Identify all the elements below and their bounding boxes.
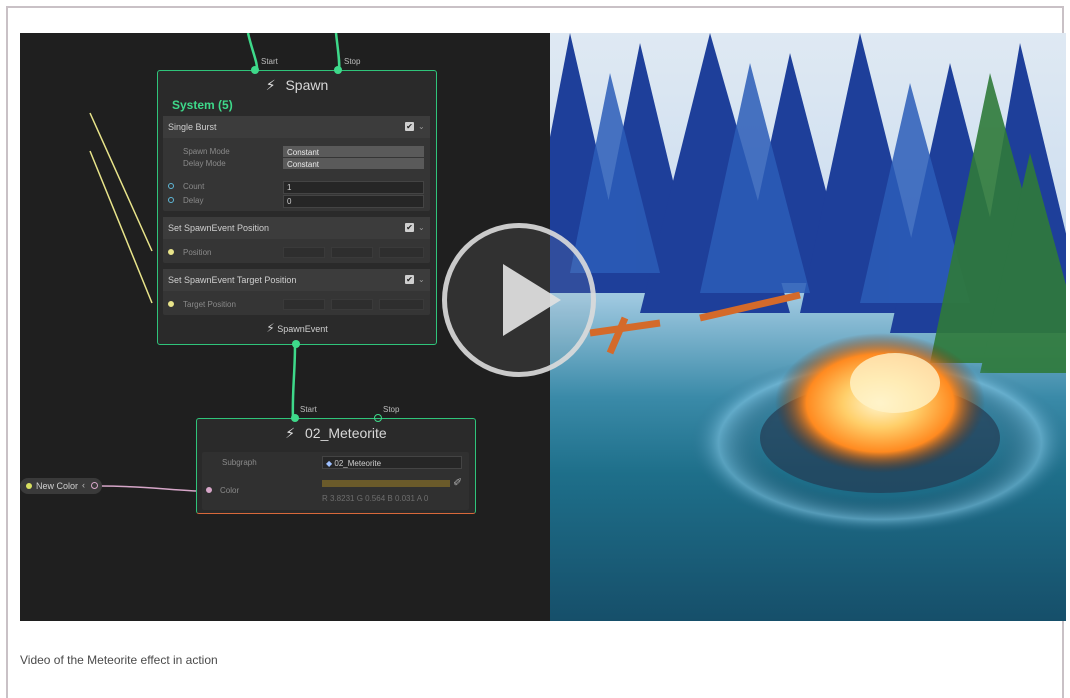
spawn-port-start[interactable] — [251, 66, 259, 74]
meteorite-node-title-row: ⚡︎ 02_Meteorite — [197, 425, 475, 442]
meteorite-port-stop[interactable] — [374, 414, 382, 422]
meteorite-port-stop-label: Stop — [383, 405, 400, 414]
spawn-node-title: Spawn — [285, 77, 329, 93]
position-x-field[interactable] — [283, 247, 325, 258]
position-label: Position — [183, 248, 212, 257]
meteorite-node[interactable]: Start Stop ⚡︎ 02_Meteorite Subgraph ◆ 02… — [196, 405, 476, 514]
spawn-port-stop-label: Stop — [344, 57, 361, 66]
subgraph-value: 02_Meteorite — [334, 459, 382, 468]
color-swatch[interactable] — [322, 480, 450, 487]
property-label: New Color — [36, 481, 79, 491]
target-icon[interactable] — [168, 301, 174, 307]
color-label: Color — [220, 486, 240, 495]
lightning-icon: ⚡︎ — [266, 321, 275, 335]
position-z-field[interactable] — [379, 247, 424, 258]
wire-target-position — [89, 150, 153, 304]
checkbox-icon[interactable]: ✔ — [405, 275, 414, 284]
output-port-icon[interactable] — [91, 482, 98, 489]
scene-illustration — [550, 33, 1066, 533]
subgraph-field[interactable]: ◆ 02_Meteorite — [322, 456, 462, 469]
meteorite-port-start-label: Start — [300, 405, 317, 414]
spawnevent-output: ⚡︎ SpawnEvent — [158, 321, 436, 335]
wire-spawnevent-out — [291, 344, 297, 420]
chevron-left-icon[interactable]: ‹ — [82, 480, 85, 490]
video-player[interactable]: Start Stop ⚡︎ Spawn System (5) Single Bu… — [20, 33, 1066, 621]
spawn-node-title-row: ⚡︎ Spawn — [158, 77, 436, 94]
spawn-port-start-label: Start — [261, 57, 278, 66]
meteorite-port-start[interactable] — [291, 414, 299, 422]
video-caption: Video of the Meteorite effect in action — [20, 653, 218, 667]
spawn-port-stop[interactable] — [334, 66, 342, 74]
wire-position — [89, 112, 153, 252]
spawn-mode-label: Spawn Mode — [183, 147, 230, 156]
single-burst-block[interactable]: Single Burst ✔ ⌄ Spawn Mode Constant Del… — [163, 116, 430, 211]
eyedropper-icon[interactable]: ✐ — [453, 476, 462, 489]
set-target-position-block[interactable]: Set SpawnEvent Target Position ✔ ⌄ Targe… — [163, 269, 430, 315]
target-icon[interactable] — [168, 249, 174, 255]
position-y-field[interactable] — [331, 247, 373, 258]
target-position-z-field[interactable] — [379, 299, 424, 310]
target-position-x-field[interactable] — [283, 299, 325, 310]
checkbox-icon[interactable]: ✔ — [405, 223, 414, 232]
subgraph-asset-icon: ◆ — [326, 459, 333, 468]
subgraph-label: Subgraph — [222, 458, 257, 467]
play-button[interactable] — [442, 223, 596, 377]
meteorite-node-title: 02_Meteorite — [305, 425, 387, 441]
new-color-property[interactable]: New Color ‹ — [20, 478, 102, 494]
chevron-down-icon[interactable]: ⌄ — [418, 122, 425, 131]
set-position-header: Set SpawnEvent Position — [163, 217, 430, 239]
set-target-position-header: Set SpawnEvent Target Position — [163, 269, 430, 291]
spawn-node[interactable]: Start Stop ⚡︎ Spawn System (5) Single Bu… — [157, 57, 437, 348]
color-readout: R 3.8231 G 0.564 B 0.031 A 0 — [322, 494, 429, 503]
delay-label: Delay — [183, 196, 204, 205]
set-position-block[interactable]: Set SpawnEvent Position ✔ ⌄ Position — [163, 217, 430, 263]
wire-color — [99, 485, 197, 492]
delay-field[interactable]: 0 — [283, 195, 424, 208]
target-position-y-field[interactable] — [331, 299, 373, 310]
count-label: Count — [183, 182, 205, 191]
play-icon — [503, 264, 561, 336]
checkbox-icon[interactable]: ✔ — [405, 122, 414, 131]
target-icon[interactable] — [206, 487, 212, 493]
meteorite-settings-block: Subgraph ◆ 02_Meteorite Color ✐ R 3.8231… — [202, 452, 469, 510]
lightning-icon: ⚡︎ — [285, 425, 296, 441]
single-burst-header: Single Burst — [163, 116, 430, 138]
chevron-down-icon[interactable]: ⌄ — [418, 275, 425, 284]
system-label: System (5) — [172, 98, 233, 112]
count-field[interactable]: 1 — [283, 181, 424, 194]
count-port[interactable] — [168, 183, 174, 189]
game-scene-preview — [550, 33, 1066, 621]
delay-port[interactable] — [168, 197, 174, 203]
spawnevent-port[interactable] — [292, 340, 300, 348]
delay-mode-label: Delay Mode — [183, 159, 226, 168]
chevron-down-icon[interactable]: ⌄ — [418, 223, 425, 232]
spawn-mode-dropdown[interactable]: Constant — [283, 146, 424, 157]
lightning-icon: ⚡︎ — [265, 77, 276, 93]
target-position-label: Target Position — [183, 300, 236, 309]
delay-mode-dropdown[interactable]: Constant — [283, 158, 424, 169]
spawnevent-label: SpawnEvent — [277, 324, 328, 334]
property-dot — [26, 483, 32, 489]
